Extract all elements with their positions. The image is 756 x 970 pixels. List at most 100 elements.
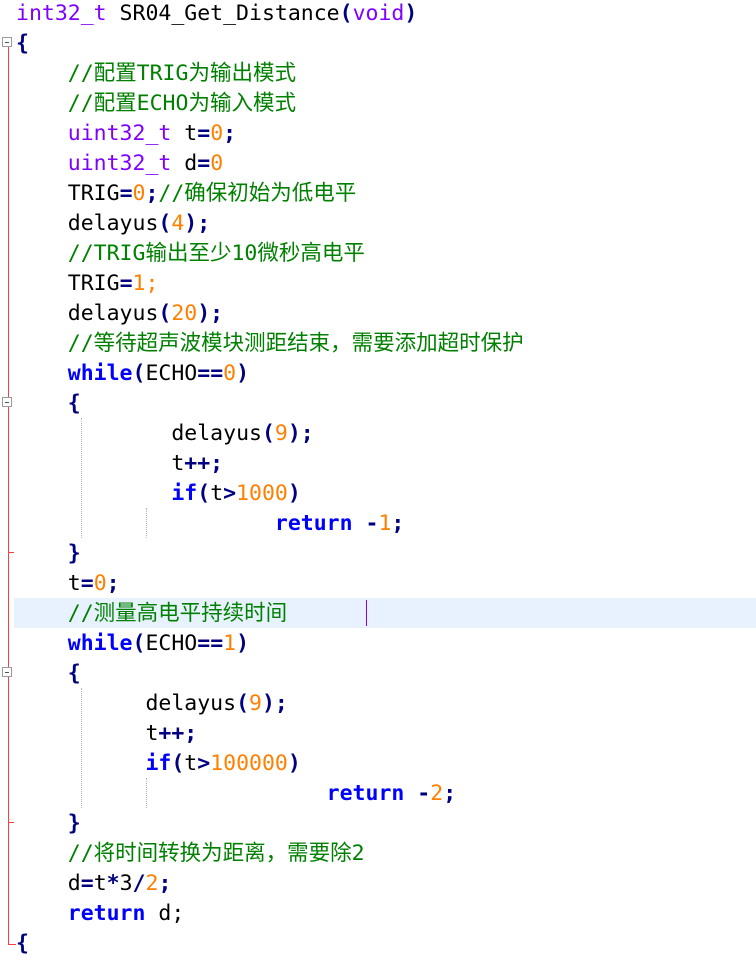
code-line[interactable]: //将时间转换为距离，需要除2 — [16, 839, 365, 869]
code-token: - — [417, 781, 431, 806]
code-token: t — [145, 721, 159, 746]
code-token: delayus — [171, 421, 262, 446]
code-line[interactable]: uint32_t t=0; — [16, 119, 236, 149]
code-token: return — [67, 901, 146, 926]
code-line[interactable]: //配置ECHO为输入模式 — [16, 89, 296, 119]
code-token: t — [67, 571, 81, 596]
code-line[interactable]: delayus(9); — [16, 419, 314, 449]
code-token: ; — [145, 271, 159, 296]
code-line[interactable]: //配置TRIG为输出模式 — [16, 59, 296, 89]
code-token: //配置ECHO为输入模式 — [67, 91, 296, 116]
code-token: { — [16, 931, 29, 956]
code-token: 3 — [119, 871, 133, 896]
code-token: ( — [236, 691, 250, 716]
code-token: ; — [391, 511, 405, 536]
code-token: 100000 — [210, 751, 288, 776]
code-token: } — [67, 811, 81, 836]
code-line[interactable]: { — [16, 389, 81, 419]
code-line[interactable]: } — [16, 539, 81, 569]
code-line[interactable]: { — [16, 659, 81, 689]
fold-toggle-while-2-icon[interactable] — [2, 667, 12, 677]
code-token: 20 — [171, 301, 198, 326]
code-token: { — [67, 391, 81, 416]
code-line[interactable]: //TRIG输出至少10微秒高电平 — [16, 239, 365, 269]
code-token: t — [184, 751, 198, 776]
code-line[interactable]: t++; — [16, 449, 223, 479]
code-token: ( — [158, 211, 172, 236]
code-token: { — [67, 661, 81, 686]
fold-end-while-1-marker — [8, 552, 14, 553]
code-line[interactable]: while(ECHO==1) — [16, 629, 249, 659]
code-line[interactable]: delayus(20); — [16, 299, 223, 329]
code-line[interactable]: if(t>100000) — [16, 749, 301, 779]
code-editor[interactable]: int32_t SR04_Get_Distance(void){ //配置TRI… — [0, 0, 756, 970]
code-token: TRIG — [67, 181, 120, 206]
code-token: ( — [339, 1, 353, 26]
code-line[interactable]: { — [16, 929, 29, 959]
code-token: ) — [287, 751, 301, 776]
code-line[interactable]: TRIG=1; — [16, 269, 159, 299]
code-token: 0 — [223, 361, 237, 386]
text-cursor — [366, 600, 367, 626]
code-token: / — [132, 871, 146, 896]
code-token: int32_t — [16, 1, 107, 26]
code-line[interactable]: delayus(4); — [16, 209, 210, 239]
code-token: d — [67, 871, 81, 896]
code-token: ); — [261, 691, 288, 716]
code-line[interactable]: d=t*3/2; — [16, 869, 172, 899]
code-line[interactable]: uint32_t d=0 — [16, 149, 223, 179]
code-line[interactable]: return -1; — [16, 509, 404, 539]
code-line[interactable]: int32_t SR04_Get_Distance(void) — [16, 0, 417, 29]
code-token: ) — [404, 1, 418, 26]
code-token: ; — [158, 871, 172, 896]
code-token: 0 — [210, 121, 224, 146]
code-line[interactable]: { — [16, 29, 29, 59]
code-line[interactable]: //测量高电平持续时间 — [16, 599, 287, 629]
code-line[interactable]: t++; — [16, 719, 197, 749]
code-token: uint32_t — [67, 151, 172, 176]
code-line[interactable]: t=0; — [16, 569, 120, 599]
code-token: ECHO — [145, 631, 198, 656]
code-token: = — [119, 181, 133, 206]
code-token: ++; — [184, 451, 224, 476]
fold-toggle-while-1-icon[interactable] — [2, 397, 12, 407]
code-token: ( — [132, 361, 146, 386]
code-token: = — [80, 571, 94, 596]
code-line[interactable]: if(t>1000) — [16, 479, 300, 509]
code-line[interactable]: } — [16, 809, 81, 839]
code-token: d — [171, 151, 198, 176]
code-line[interactable]: return -2; — [16, 779, 456, 809]
code-token: ; — [223, 121, 237, 146]
code-token: ; — [443, 781, 457, 806]
fold-toggle-function-icon[interactable] — [2, 37, 12, 47]
code-line[interactable]: return d; — [16, 899, 185, 929]
code-line[interactable]: delayus(9); — [16, 689, 288, 719]
code-token: ); — [287, 421, 314, 446]
code-token: 4 — [171, 211, 185, 236]
code-token: 2 — [145, 871, 159, 896]
code-token: delayus — [145, 691, 237, 716]
code-token: 0 — [93, 571, 107, 596]
code-token: ECHO — [145, 361, 198, 386]
code-line[interactable]: while(ECHO==0) — [16, 359, 249, 389]
code-line[interactable]: TRIG=0;//确保初始为低电平 — [16, 179, 357, 209]
code-token: ); — [197, 301, 224, 326]
code-token: = — [119, 271, 133, 296]
code-line[interactable]: //等待超声波模块测距结束，需要添加超时保护 — [16, 329, 524, 359]
